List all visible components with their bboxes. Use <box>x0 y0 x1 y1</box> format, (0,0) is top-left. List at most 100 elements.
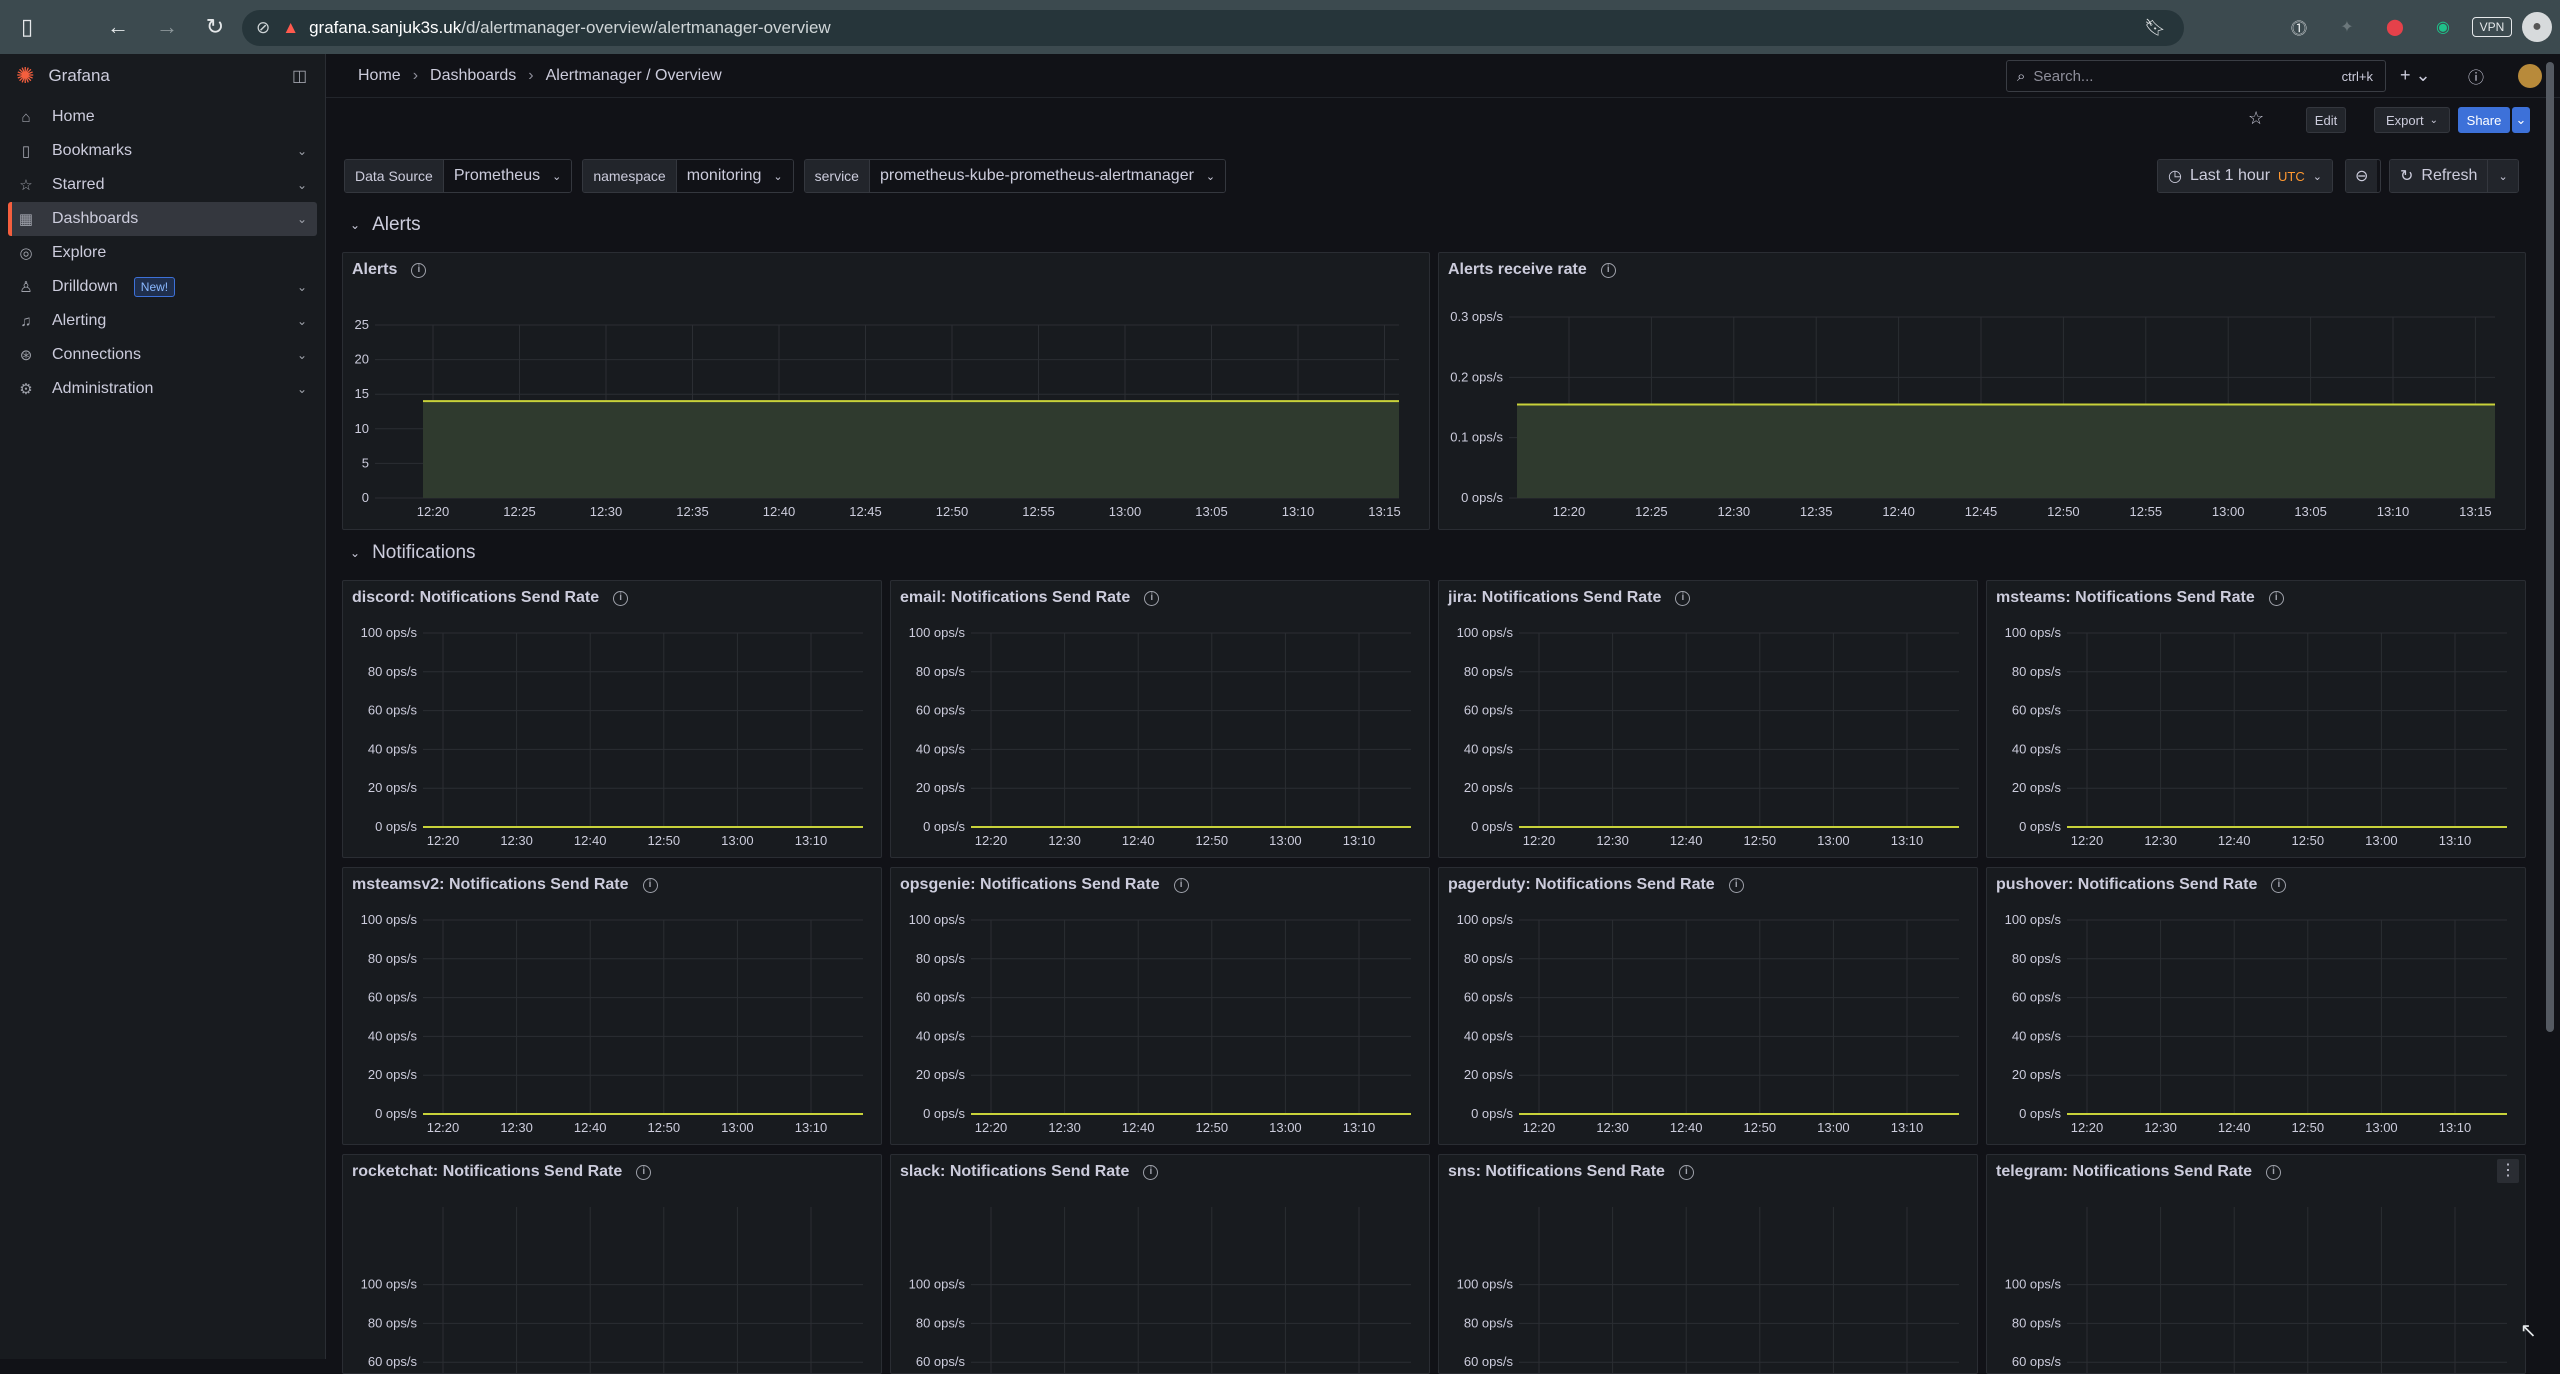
grammarly-icon[interactable]: ◉ <box>2428 12 2458 42</box>
panel[interactable]: Alerts i 25 20 15 10 5 0 12:20 12:25 12:30 12:35 12:… <box>342 252 1430 530</box>
sidebar-item-administration[interactable]: ⚙ Administration ⌄ <box>8 372 317 406</box>
row-alerts[interactable]: ⌄ Alerts <box>350 214 421 236</box>
bell-icon: ♫ <box>20 312 32 330</box>
y-tick-label: 0.1 ops/s <box>1450 430 1503 445</box>
profile-avatar[interactable]: ● <box>2522 12 2552 42</box>
y-tick-label: 100 ops/s <box>1457 1277 1514 1292</box>
panel[interactable]: discord: Notifications Send Rate i 100 ops… <box>342 580 882 858</box>
x-tick-label: 12:25 <box>1635 504 1668 519</box>
x-tick-label: 13:15 <box>1368 504 1401 519</box>
reload-icon[interactable]: ↻ <box>200 12 230 42</box>
y-tick-label: 20 ops/s <box>1464 1067 1514 1082</box>
x-tick-label: 12:45 <box>1965 504 1998 519</box>
x-tick-label: 12:40 <box>2218 1120 2251 1135</box>
chart-svg: 100 ops/s 80 ops/s 60 ops/s 40 ops/s 20 ops/… <box>2005 912 2507 1135</box>
variable-value[interactable]: prometheus-kube-prometheus-alertmanager ⌄ <box>869 160 1226 192</box>
dock-menu-icon[interactable]: ◫ <box>292 66 307 86</box>
sidebar-item-dashboards[interactable]: ▦ Dashboards ⌄ <box>8 202 317 236</box>
y-tick-label: 15 <box>355 386 369 401</box>
zoom-out-button[interactable]: ⊖ <box>2345 159 2381 193</box>
share-dropdown-button[interactable]: ⌄ <box>2512 107 2530 133</box>
panel[interactable]: msteams: Notifications Send Rate i 100 ops… <box>1986 580 2526 858</box>
site-settings-icon[interactable]: ⊘ <box>256 18 270 38</box>
panel[interactable]: pushover: Notifications Send Rate i 100 op… <box>1986 867 2526 1145</box>
address-bar[interactable]: ⊘ ▲ grafana.sanjuk3s.uk/d/alertmanager-o… <box>242 10 2184 46</box>
shield-extension-icon[interactable]: ⬤ <box>2380 12 2410 42</box>
back-icon[interactable]: ← <box>103 12 133 42</box>
star-dashboard-icon[interactable]: ☆ <box>2248 108 2264 129</box>
panel[interactable]: jira: Notifications Send Rate i 100 ops/s 8… <box>1438 580 1978 858</box>
help-icon[interactable]: ⓘ <box>2468 64 2484 88</box>
variable-value[interactable]: Prometheus ⌄ <box>443 160 572 192</box>
y-tick-label: 60 ops/s <box>2012 1354 2062 1369</box>
chevron-down-icon[interactable]: ⌄ <box>297 382 307 396</box>
share-button[interactable]: Share <box>2458 107 2510 133</box>
datasource-variable[interactable]: Data Source Prometheus ⌄ <box>344 159 573 193</box>
service-variable[interactable]: service prometheus-kube-prometheus-alertm… <box>803 159 1227 193</box>
refresh-button[interactable]: ↻ Refresh ⌄ <box>2389 159 2519 193</box>
x-tick-label: 12:35 <box>676 504 709 519</box>
y-tick-label: 100 ops/s <box>361 912 418 927</box>
x-tick-label: 13:15 <box>2459 504 2492 519</box>
panel[interactable]: rocketchat: Notifications Send Rate i 100 … <box>342 1154 882 1374</box>
x-tick-label: 12:50 <box>2047 504 2080 519</box>
chevron-down-icon[interactable]: ⌄ <box>297 178 307 192</box>
chevron-down-icon[interactable]: ⌄ <box>297 314 307 328</box>
edit-button[interactable]: Edit <box>2306 107 2346 133</box>
x-tick-label: 12:40 <box>1122 1120 1155 1135</box>
chevron-down-icon: ⌄ <box>773 170 783 183</box>
x-tick-label: 12:25 <box>503 504 536 519</box>
panel[interactable]: msteamsv2: Notifications Send Rate i 100 o… <box>342 867 882 1145</box>
search-input[interactable]: ⌕ Search... ctrl+k <box>2006 60 2386 92</box>
panel[interactable]: sns: Notifications Send Rate i 100 ops/s 80… <box>1438 1154 1978 1374</box>
y-tick-label: 80 ops/s <box>2012 664 2062 679</box>
sidebar-item-connections[interactable]: ⊛ Connections ⌄ <box>8 338 317 372</box>
user-avatar[interactable] <box>2518 63 2542 88</box>
panel[interactable]: telegram: Notifications Send Rate i ⋮ 100 o… <box>1986 1154 2526 1374</box>
chart-svg: 100 ops/s80 ops/s60 ops/s40 ops/s <box>909 1207 1411 1373</box>
sidebar-item-starred[interactable]: ☆ Starred ⌄ <box>8 168 317 202</box>
breadcrumb-home[interactable]: Home <box>358 67 401 85</box>
panel[interactable]: opsgenie: Notifications Send Rate i 100 op… <box>890 867 1430 1145</box>
vpn-icon[interactable]: VPN <box>2472 17 2512 37</box>
sidebar-item-bookmarks[interactable]: ▯ Bookmarks ⌄ <box>8 134 317 168</box>
namespace-variable[interactable]: namespace monitoring ⌄ <box>582 159 794 193</box>
variable-value-text: monitoring <box>686 167 762 184</box>
x-tick-label: 13:00 <box>1817 833 1850 848</box>
panel[interactable]: email: Notifications Send Rate i 100 ops/s… <box>890 580 1430 858</box>
bookmark-page-icon[interactable]: 🔖︎ <box>2144 18 2166 38</box>
y-tick-label: 20 ops/s <box>916 1067 966 1082</box>
chevron-down-icon[interactable]: ⌄ <box>297 280 307 294</box>
extension-icon[interactable]: ✦ <box>2332 12 2362 42</box>
variable-value[interactable]: monitoring ⌄ <box>676 160 793 192</box>
panel[interactable]: pagerduty: Notifications Send Rate i 100 o… <box>1438 867 1978 1145</box>
refresh-interval-dropdown[interactable]: ⌄ <box>2488 160 2518 192</box>
panel[interactable]: slack: Notifications Send Rate i 100 ops/s… <box>890 1154 1430 1374</box>
chart-svg: 0.3 ops/s 0.2 ops/s 0.1 ops/s 0 ops/s 12:20 1… <box>1450 309 2495 519</box>
time-picker[interactable]: ◷ Last 1 hour UTC ⌄ <box>2157 159 2333 193</box>
x-tick-label: 12:30 <box>590 504 623 519</box>
y-tick-label: 40 ops/s <box>1464 741 1514 756</box>
sidebar-toggle-icon[interactable]: ▯ <box>12 12 42 42</box>
sidebar-item-home[interactable]: ⌂ Home <box>8 100 317 134</box>
row-notifications[interactable]: ⌄ Notifications <box>350 542 476 564</box>
sidebar-item-explore[interactable]: ◎ Explore <box>8 236 317 270</box>
scrollbar[interactable] <box>2546 62 2554 1032</box>
x-tick-label: 13:10 <box>2439 833 2472 848</box>
chevron-down-icon[interactable]: ⌄ <box>297 348 307 362</box>
chevron-down-icon[interactable]: ⌄ <box>297 144 307 158</box>
chevron-down-icon[interactable]: ⌄ <box>297 212 307 226</box>
breadcrumb-separator: › <box>528 66 534 84</box>
breadcrumb-dashboards[interactable]: Dashboards <box>430 67 516 85</box>
star-icon: ☆ <box>19 177 33 194</box>
add-icon[interactable]: + ⌄ <box>2400 65 2431 86</box>
panel[interactable]: Alerts receive rate i 0.3 ops/s 0.2 ops/s 0.… <box>1438 252 2526 530</box>
forward-icon[interactable]: → <box>152 12 182 42</box>
sidebar-item-drilldown[interactable]: ♙ Drilldown New! ⌄ <box>8 270 317 304</box>
export-button[interactable]: Export ⌄ <box>2374 107 2450 133</box>
password-manager-icon[interactable]: ⓵ <box>2284 12 2314 42</box>
sidebar-item-alerting[interactable]: ♫ Alerting ⌄ <box>8 304 317 338</box>
y-tick-label: 40 ops/s <box>916 1028 966 1043</box>
brand[interactable]: ✺ Grafana ◫ <box>0 54 325 98</box>
x-tick-label: 12:40 <box>1882 504 1915 519</box>
